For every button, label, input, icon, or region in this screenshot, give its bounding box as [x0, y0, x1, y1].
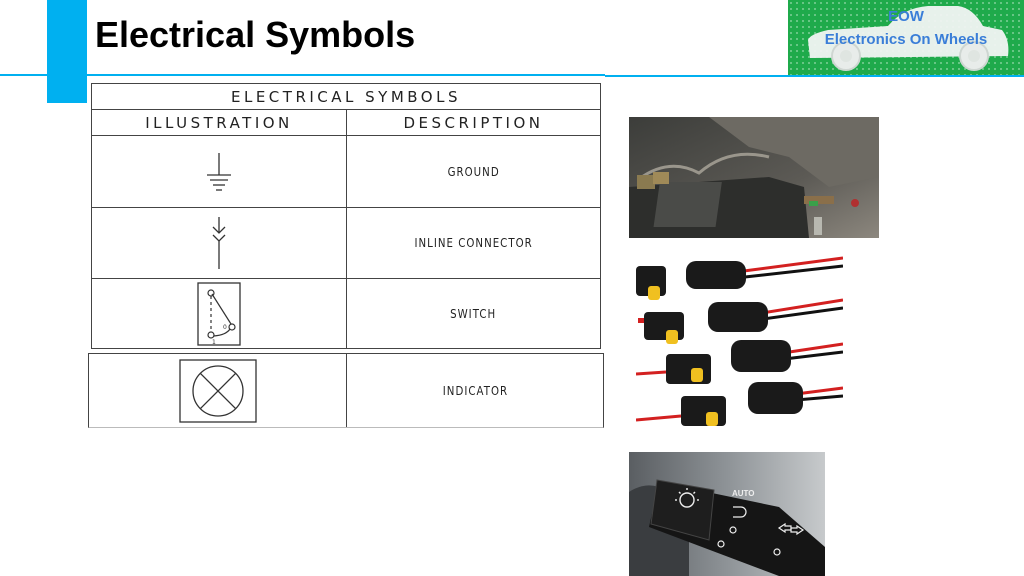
logo-name: Electronics On Wheels — [824, 31, 988, 48]
inline-connector-symbol-icon — [212, 217, 226, 269]
title-rule — [605, 75, 1024, 77]
title-rule — [0, 74, 47, 76]
auto-label: AUTO — [732, 489, 755, 498]
table-row: GROUND — [91, 135, 601, 208]
table-row: 0 1 SWITCH — [91, 278, 601, 349]
switch-symbol-icon: 0 1 — [197, 281, 241, 346]
inline-connectors-photo — [636, 256, 843, 428]
description-inline-connector: INLINE CONNECTOR — [414, 236, 533, 250]
indicator-symbol-icon — [178, 358, 257, 423]
switch-label-0: 0 — [223, 324, 227, 331]
battery-ground-photo — [629, 117, 879, 238]
title-rule — [87, 74, 605, 76]
description-switch: SWITCH — [450, 306, 497, 321]
column-header-illustration: ILLUSTRATION — [145, 113, 293, 132]
description-indicator: INDICATOR — [442, 383, 508, 398]
table-row: INDICATOR — [88, 353, 604, 428]
description-ground: GROUND — [447, 164, 500, 179]
column-header-description: DESCRIPTION — [403, 113, 544, 132]
slide-title: Electrical Symbols — [95, 14, 416, 55]
logo-abbreviation: EOW — [888, 8, 924, 25]
table-title: ELECTRICAL SYMBOLS — [231, 87, 461, 106]
ground-symbol-icon — [207, 152, 231, 191]
title-accent-bar — [47, 0, 87, 103]
table-header-row: ILLUSTRATION DESCRIPTION — [91, 109, 601, 136]
table-row: INLINE CONNECTOR — [91, 207, 601, 279]
table-title-row: ELECTRICAL SYMBOLS — [91, 83, 601, 110]
switch-label-1: 1 — [212, 339, 216, 346]
eow-logo: EOW Electronics On Wheels — [788, 0, 1024, 75]
headlight-switch-photo: AUTO — [629, 452, 825, 576]
